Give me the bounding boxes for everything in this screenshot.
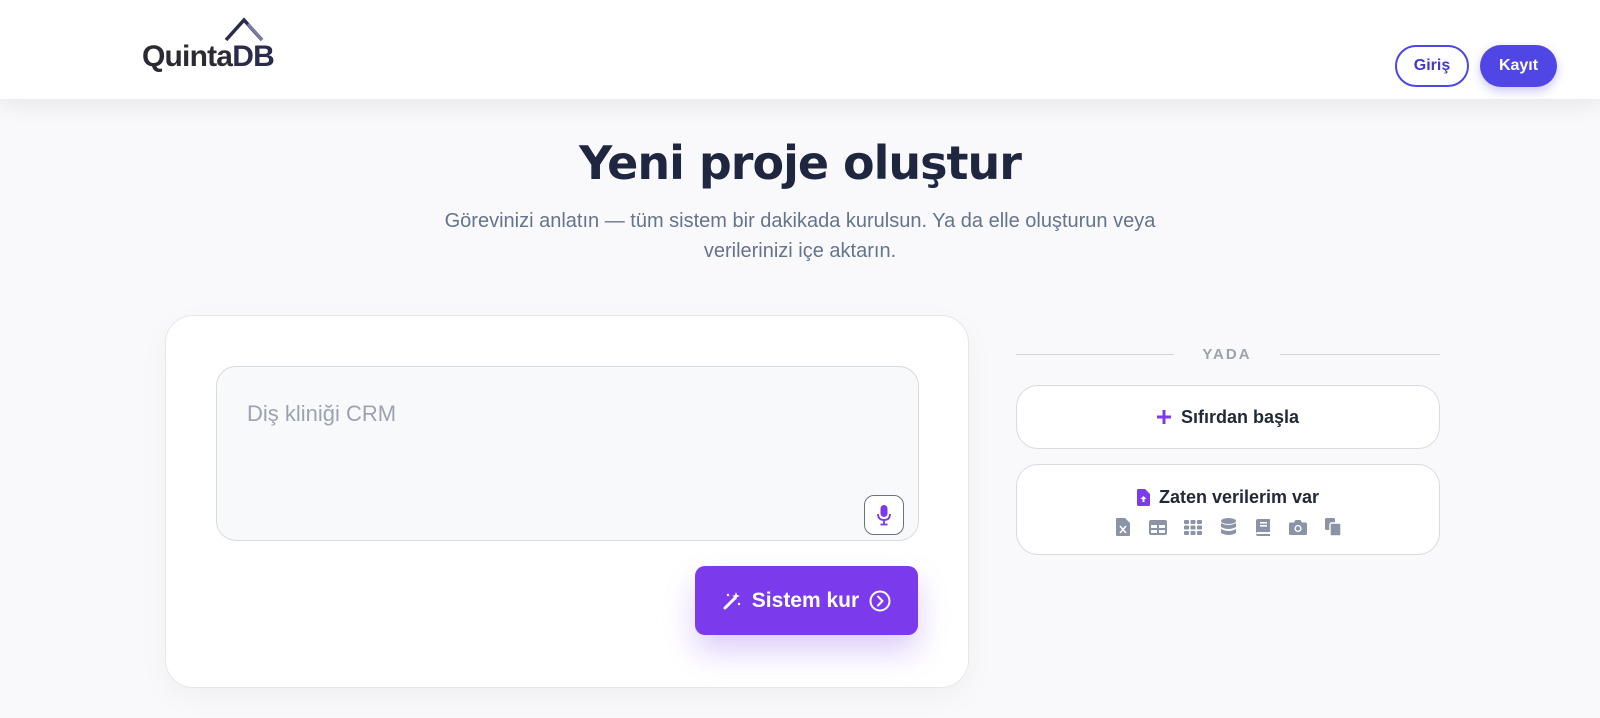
top-navbar: QuintaDB Giriş Kayıt <box>0 0 1600 99</box>
file-upload-icon <box>1136 489 1150 506</box>
data-format-icons <box>1017 518 1439 536</box>
login-button[interactable]: Giriş <box>1395 45 1469 87</box>
logo-text-quinta: Quinta <box>142 40 233 73</box>
build-system-label: Sistem kur <box>751 588 860 612</box>
register-button[interactable]: Kayıt <box>1480 45 1557 87</box>
import-data-heading: Zaten verilerim var <box>1017 487 1439 508</box>
magic-wand-icon <box>723 591 740 609</box>
chevron-right-circle-icon <box>869 590 891 611</box>
page-title: Yeni proje oluştur <box>579 136 1022 190</box>
quintadb-logo[interactable]: QuintaDB <box>142 16 275 76</box>
database-icon <box>1219 518 1237 536</box>
build-system-button[interactable]: Sistem kur <box>695 566 918 635</box>
copy-icon <box>1324 518 1342 536</box>
import-data-label: Zaten verilerim var <box>1158 487 1320 507</box>
start-from-scratch-label: Sıfırdan başla <box>1180 406 1300 427</box>
roof-icon <box>224 17 264 42</box>
grid-icon <box>1184 518 1202 536</box>
excel-icon <box>1114 518 1132 536</box>
book-icon <box>1254 518 1272 536</box>
or-label: YADA <box>1202 346 1252 363</box>
plus-icon <box>1156 410 1171 424</box>
start-from-scratch-button[interactable]: Sıfırdan başla <box>1016 385 1440 449</box>
camera-icon <box>1289 518 1307 536</box>
logo-wordmark: QuintaDB <box>142 40 275 74</box>
or-divider-right <box>1280 354 1440 355</box>
or-divider-left <box>1016 354 1174 355</box>
import-data-button[interactable]: Zaten verilerim var <box>1016 464 1440 555</box>
table-icon <box>1149 518 1167 536</box>
project-description-input[interactable]: Diş kliniği CRM <box>216 366 919 541</box>
microphone-button[interactable] <box>864 495 904 535</box>
page-subtitle: Görevinizi anlatın — tüm sistem bir daki… <box>444 210 1156 262</box>
microphone-icon <box>877 505 891 526</box>
logo-text-db: DB <box>232 40 275 73</box>
